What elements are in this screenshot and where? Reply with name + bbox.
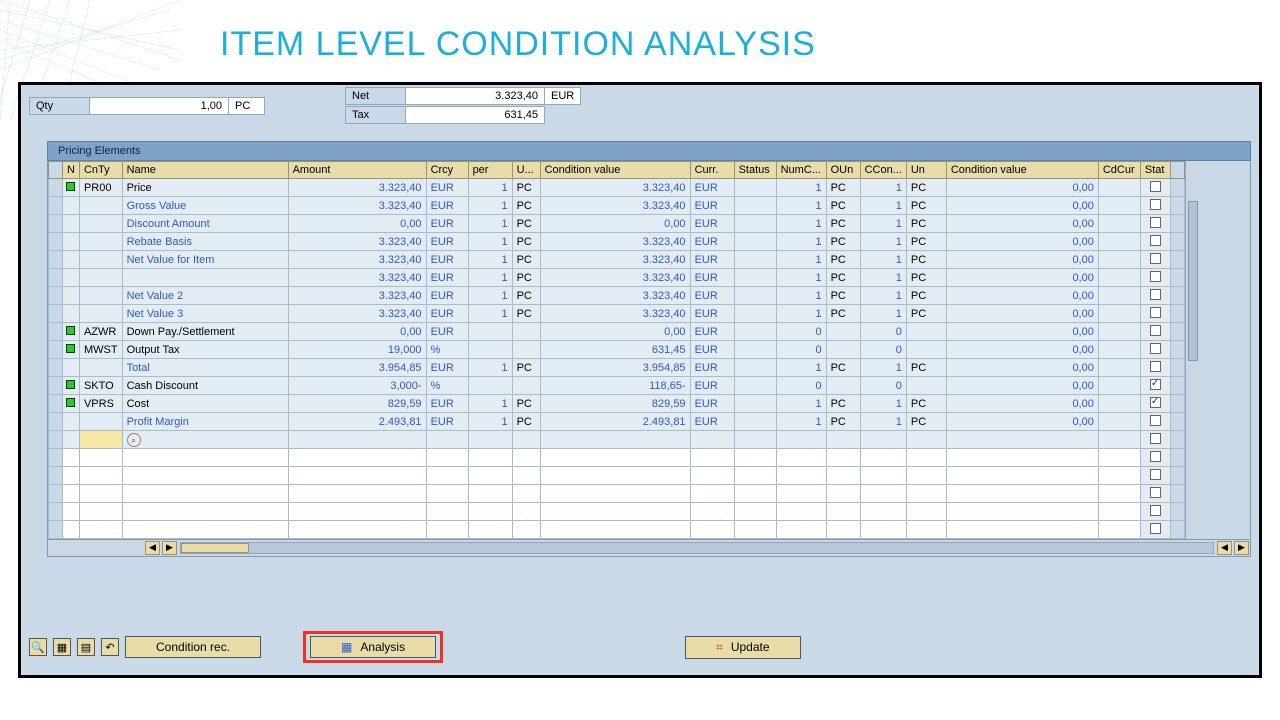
col-cnty[interactable]: CnTy	[79, 162, 122, 179]
qty-label: Qty	[29, 97, 89, 115]
table-row-active[interactable]: ⌕	[49, 431, 1185, 449]
table-row-empty[interactable]	[49, 449, 1185, 467]
net-value: 3.323,40	[405, 87, 545, 105]
col-u[interactable]: U...	[512, 162, 540, 179]
find-icon[interactable]: 🔍	[29, 638, 47, 656]
calc-icon: ⌗	[716, 640, 723, 655]
toolbar: 🔍 ▦ ▤ ↶ Condition rec. ▦ Analysis ⌗ Upda…	[21, 619, 1259, 675]
qty-unit[interactable]: PC	[229, 97, 265, 115]
col-amount[interactable]: Amount	[288, 162, 426, 179]
net-label: Net	[345, 87, 405, 105]
sap-panel: Qty 1,00 PC Net 3.323,40 EUR Tax 631,45 …	[18, 82, 1262, 678]
delete-row-icon[interactable]: ▤	[77, 638, 95, 656]
stat-checkbox[interactable]	[1150, 397, 1161, 408]
hscroll-left-icon[interactable]: ◀	[145, 541, 160, 555]
stat-checkbox[interactable]	[1150, 181, 1161, 192]
table-row[interactable]: Net Value for Item3.323,40EUR1PC3.323,40…	[49, 251, 1185, 269]
table-row[interactable]: Net Value 23.323,40EUR1PC3.323,40EUR1PC1…	[49, 287, 1185, 305]
table-row-empty[interactable]	[49, 521, 1185, 539]
matchhelp-icon[interactable]: ⌕	[127, 433, 141, 447]
status-indicator-icon	[66, 182, 75, 191]
stat-checkbox[interactable]	[1150, 361, 1161, 372]
stat-checkbox[interactable]	[1150, 325, 1161, 336]
stat-checkbox[interactable]	[1150, 523, 1161, 534]
col-un[interactable]: Un	[906, 162, 946, 179]
net-curr: EUR	[545, 87, 581, 105]
stat-checkbox[interactable]	[1150, 433, 1161, 444]
stat-checkbox[interactable]	[1150, 271, 1161, 282]
col-cdcur[interactable]: CdCur	[1098, 162, 1140, 179]
tax-value: 631,45	[405, 106, 545, 124]
col-condval[interactable]: Condition value	[540, 162, 690, 179]
hscroll-last-icon[interactable]: ▶	[1234, 541, 1249, 555]
stat-checkbox[interactable]	[1150, 487, 1161, 498]
table-row[interactable]: 3.323,40EUR1PC3.323,40EUR1PC1PC0,00	[49, 269, 1185, 287]
table-icon: ▦	[341, 640, 352, 654]
col-per[interactable]: per	[468, 162, 512, 179]
table-row[interactable]: VPRSCost829,59EUR1PC829,59EUR1PC1PC0,00	[49, 395, 1185, 413]
table-row[interactable]: PR00Price3.323,40EUR1PC3.323,40EUR1PC1PC…	[49, 179, 1185, 197]
table-row[interactable]: MWSTOutput Tax19,000%631,45EUR000,00	[49, 341, 1185, 359]
stat-checkbox[interactable]	[1150, 199, 1161, 210]
table-row[interactable]: Discount Amount0,00EUR1PC0,00EUR1PC1PC0,…	[49, 215, 1185, 233]
table-row[interactable]: Rebate Basis3.323,40EUR1PC3.323,40EUR1PC…	[49, 233, 1185, 251]
col-numc[interactable]: NumC...	[776, 162, 826, 179]
col-ccon[interactable]: CCon...	[860, 162, 906, 179]
stat-checkbox[interactable]	[1150, 415, 1161, 426]
update-button[interactable]: ⌗ Update	[685, 636, 800, 659]
horizontal-scrollbar[interactable]: ◀ ▶ ◀ ▶	[47, 540, 1251, 557]
table-row-empty[interactable]	[49, 503, 1185, 521]
page-title: ITEM LEVEL CONDITION ANALYSIS	[0, 0, 1280, 82]
col-crcy[interactable]: Crcy	[426, 162, 468, 179]
stat-checkbox[interactable]	[1150, 469, 1161, 480]
status-indicator-icon	[66, 398, 75, 407]
stat-checkbox[interactable]	[1150, 289, 1161, 300]
stat-checkbox[interactable]	[1150, 307, 1161, 318]
col-oun[interactable]: OUn	[826, 162, 860, 179]
table-row[interactable]: Net Value 33.323,40EUR1PC3.323,40EUR1PC1…	[49, 305, 1185, 323]
undo-icon[interactable]: ↶	[101, 638, 119, 656]
hscroll-right-icon[interactable]: ▶	[162, 541, 177, 555]
table-row[interactable]: Total3.954,85EUR1PC3.954,85EUR1PC1PC0,00	[49, 359, 1185, 377]
pricing-grid[interactable]: N CnTy Name Amount Crcy per U... Conditi…	[48, 161, 1185, 539]
col-curr[interactable]: Curr.	[690, 162, 734, 179]
col-status[interactable]: Status	[734, 162, 776, 179]
stat-checkbox[interactable]	[1150, 451, 1161, 462]
table-row[interactable]: Profit Margin2.493,81EUR1PC2.493,81EUR1P…	[49, 413, 1185, 431]
status-indicator-icon	[66, 344, 75, 353]
top-field-block: Qty 1,00 PC Net 3.323,40 EUR Tax 631,45	[21, 85, 1259, 131]
table-row[interactable]: AZWRDown Pay./Settlement0,00EUR0,00EUR00…	[49, 323, 1185, 341]
col-stat[interactable]: Stat	[1140, 162, 1170, 179]
grid-header: N CnTy Name Amount Crcy per U... Conditi…	[49, 162, 1185, 179]
section-pricing-elements: Pricing Elements	[47, 141, 1251, 161]
table-row[interactable]: SKTOCash Discount3,000-%118,65-EUR000,00	[49, 377, 1185, 395]
qty-input[interactable]: 1,00	[89, 97, 229, 115]
insert-row-icon[interactable]: ▦	[53, 638, 71, 656]
stat-checkbox[interactable]	[1150, 379, 1161, 390]
table-row-empty[interactable]	[49, 485, 1185, 503]
stat-checkbox[interactable]	[1150, 343, 1161, 354]
status-indicator-icon	[66, 380, 75, 389]
condition-rec-button[interactable]: Condition rec.	[125, 636, 261, 658]
hscroll-first-icon[interactable]: ◀	[1217, 541, 1232, 555]
stat-checkbox[interactable]	[1150, 235, 1161, 246]
stat-checkbox[interactable]	[1150, 253, 1161, 264]
stat-checkbox[interactable]	[1150, 217, 1161, 228]
vertical-scrollbar[interactable]	[1185, 161, 1201, 539]
status-indicator-icon	[66, 326, 75, 335]
col-name[interactable]: Name	[122, 162, 288, 179]
tax-label: Tax	[345, 106, 405, 124]
analysis-button[interactable]: ▦ Analysis	[310, 636, 436, 658]
stat-checkbox[interactable]	[1150, 505, 1161, 516]
analysis-highlight: ▦ Analysis	[303, 631, 443, 663]
table-row-empty[interactable]	[49, 467, 1185, 485]
table-row[interactable]: Gross Value3.323,40EUR1PC3.323,40EUR1PC1…	[49, 197, 1185, 215]
col-n[interactable]: N	[63, 162, 80, 179]
col-condval2[interactable]: Condition value	[946, 162, 1098, 179]
